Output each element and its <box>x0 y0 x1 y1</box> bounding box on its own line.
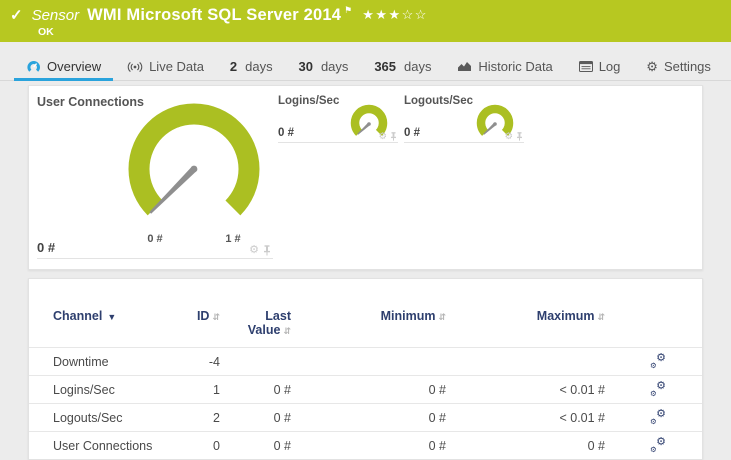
cell-channel: Logins/Sec <box>53 382 115 397</box>
tab-live-data[interactable]: Live Data <box>115 55 216 81</box>
gauge-actions: ⚙ <box>249 245 271 256</box>
sort-icon: ⇵ <box>212 313 220 323</box>
cell-last-value: 0 # <box>273 382 291 397</box>
status-badge: OK <box>38 26 54 38</box>
gear-icon[interactable]: ⚙ <box>504 131 513 142</box>
gear-icon[interactable]: ⚙ <box>378 131 387 142</box>
tab-log[interactable]: Log <box>567 55 633 81</box>
cell-maximum: 0 # <box>587 438 605 453</box>
channel-settings-icon[interactable]: ⚙ ⚙ <box>650 381 666 397</box>
table-row-user-connections[interactable]: User Connections 0 0 # 0 # 0 # ⚙ ⚙ <box>29 431 702 459</box>
tab-bar: Overview Live Data 2 days 30 days 365 da… <box>0 55 731 81</box>
area-chart-icon <box>457 61 472 72</box>
sort-icon: ⇵ <box>597 313 605 323</box>
column-header-channel[interactable]: Channel ▼ <box>53 309 116 324</box>
cell-minimum: 0 # <box>428 410 446 425</box>
gauge-icon <box>26 60 41 73</box>
tab-label: Historic Data <box>478 59 553 74</box>
cell-last-value: 0 # <box>273 438 291 453</box>
cell-id: 2 <box>213 410 220 425</box>
gauge-actions: ⚙ <box>378 131 397 142</box>
cell-id: -4 <box>208 354 220 369</box>
table-header-row: Channel ▼ ID ⇵ Last Value ⇵ Minimum ⇵ Maximu… <box>29 279 702 347</box>
tab-2-days[interactable]: 2 days <box>218 55 285 81</box>
gear-icon[interactable]: ⚙ <box>249 245 259 256</box>
channels-table-panel: Channel ▼ ID ⇵ Last Value ⇵ Minimum ⇵ Maximu… <box>28 278 703 460</box>
gauge-title: Logins/Sec <box>278 95 340 107</box>
sort-icon: ⇵ <box>283 327 291 337</box>
table-row-logins-sec[interactable]: Logins/Sec 1 0 # 0 # < 0.01 # ⚙ ⚙ <box>29 375 702 403</box>
cell-minimum: 0 # <box>428 382 446 397</box>
gauge-cell-logouts-sec: Logouts/Sec 0 # ⚙ <box>404 95 524 143</box>
tab-label: Live Data <box>149 59 204 74</box>
pin-icon[interactable] <box>390 131 397 141</box>
tab-label: Log <box>598 59 621 74</box>
cell-channel: User Connections <box>53 438 153 453</box>
gauge-actions: ⚙ <box>504 131 523 142</box>
gauge-value: 0 # <box>37 240 56 255</box>
gauge-value: 0 # <box>404 127 420 139</box>
gear-icon: ⚙ <box>646 59 658 74</box>
cell-last-value: 0 # <box>273 410 291 425</box>
pin-icon[interactable] <box>263 245 271 256</box>
table-row-downtime[interactable]: Downtime -4 ⚙ ⚙ <box>29 347 702 375</box>
column-header-last-value[interactable]: Last Value ⇵ <box>245 309 291 339</box>
primary-gauge <box>128 103 260 216</box>
gauge-scale-max: 1 # <box>225 233 241 245</box>
broadcast-icon <box>127 61 143 73</box>
cell-channel: Logouts/Sec <box>53 410 123 425</box>
gauge-scale-min: 0 # <box>147 233 163 245</box>
tab-label: Settings <box>663 59 711 74</box>
sort-icon: ⇵ <box>438 313 446 323</box>
gauges-panel: User Connections 0 # 1 # 0 # ⚙ Logins/Se… <box>28 85 703 270</box>
ok-check-icon: ✓ <box>10 7 23 24</box>
tab-365-days[interactable]: 365 days <box>362 55 443 81</box>
column-label: Maximum <box>536 309 595 323</box>
cell-minimum: 0 # <box>428 438 446 453</box>
sort-caret-icon: ▼ <box>107 312 117 322</box>
tab-settings[interactable]: ⚙ Settings <box>634 55 723 81</box>
gauge-title: Logouts/Sec <box>404 95 474 107</box>
priority-stars[interactable]: ★★★☆☆ <box>362 7 428 23</box>
tab-historic-data[interactable]: Historic Data <box>445 55 564 81</box>
channel-settings-icon[interactable]: ⚙ ⚙ <box>650 409 666 425</box>
flag-icon[interactable]: ⚑ <box>344 5 352 16</box>
column-label: ID <box>196 309 210 323</box>
cell-channel: Downtime <box>53 354 109 369</box>
column-label: Minimum <box>380 309 436 323</box>
cell-maximum: < 0.01 # <box>559 410 605 425</box>
tab-label: days <box>320 59 349 74</box>
cell-id: 1 <box>213 382 220 397</box>
sensor-header: ✓ Sensor WMI Microsoft SQL Server 2014 ⚑… <box>0 0 731 42</box>
tab-30-days[interactable]: 30 days <box>286 55 360 81</box>
tab-number: 30 <box>298 59 313 74</box>
gauge-value: 0 # <box>278 127 294 139</box>
log-icon <box>578 61 593 72</box>
column-header-maximum[interactable]: Maximum ⇵ <box>537 309 605 325</box>
channel-settings-icon[interactable]: ⚙ ⚙ <box>650 437 666 453</box>
sensor-title: WMI Microsoft SQL Server 2014 <box>87 6 342 24</box>
cell-id: 0 <box>213 438 220 453</box>
tab-label: days <box>245 59 273 74</box>
channel-settings-icon[interactable]: ⚙ ⚙ <box>650 353 666 369</box>
tab-label: Overview <box>47 59 102 74</box>
tab-number: 365 <box>374 59 397 74</box>
pin-icon[interactable] <box>516 131 523 141</box>
tab-label: days <box>404 59 432 74</box>
column-header-minimum[interactable]: Minimum ⇵ <box>381 309 446 325</box>
column-header-id[interactable]: ID ⇵ <box>197 309 220 325</box>
tab-overview[interactable]: Overview <box>14 55 114 81</box>
sensor-kind-label: Sensor <box>31 7 80 24</box>
gauge-cell-user-connections: User Connections 0 # 1 # 0 # ⚙ <box>37 95 273 259</box>
column-label: Channel <box>53 309 103 323</box>
gauge-cell-logins-sec: Logins/Sec 0 # ⚙ <box>278 95 398 143</box>
cell-maximum: < 0.01 # <box>559 382 605 397</box>
tab-number: 2 <box>229 59 238 74</box>
table-row-logouts-sec[interactable]: Logouts/Sec 2 0 # 0 # < 0.01 # ⚙ ⚙ <box>29 403 702 431</box>
